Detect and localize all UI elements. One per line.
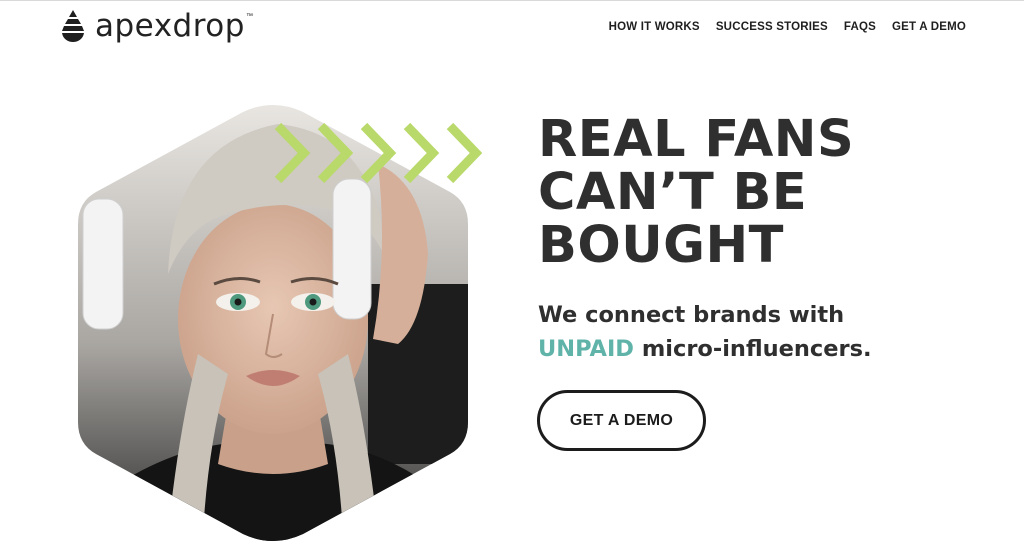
hero-subheadline: We connect brands with UNPAID micro-infl… <box>538 298 968 366</box>
hero-headline: REAL FANS CAN’T BE BOUGHT <box>538 113 958 272</box>
get-a-demo-button[interactable]: GET A DEMO <box>537 390 706 451</box>
top-divider <box>0 0 1024 1</box>
subheadline-line1: We connect brands with <box>538 302 845 328</box>
main-nav: HOW IT WORKS SUCCESS STORIES FAQS GET A … <box>609 21 966 33</box>
brand-logo[interactable]: apexdrop ™ <box>58 7 253 45</box>
brand-name: apexdrop <box>95 7 245 44</box>
headline-line: BOUGHT <box>538 216 784 275</box>
trademark-symbol: ™ <box>245 13 253 20</box>
nav-how-it-works[interactable]: HOW IT WORKS <box>609 21 700 33</box>
nav-success-stories[interactable]: SUCCESS STORIES <box>716 21 828 33</box>
nav-get-a-demo[interactable]: GET A DEMO <box>892 21 966 33</box>
headline-line: REAL FANS <box>538 110 855 169</box>
unpaid-highlight: UNPAID <box>538 336 634 362</box>
headline-line: CAN’T BE <box>538 163 808 222</box>
chevron-arrows-icon <box>274 122 483 184</box>
subheadline-line2: micro-influencers. <box>634 336 872 362</box>
drop-logo-icon <box>62 10 84 42</box>
nav-faqs[interactable]: FAQS <box>844 21 876 33</box>
